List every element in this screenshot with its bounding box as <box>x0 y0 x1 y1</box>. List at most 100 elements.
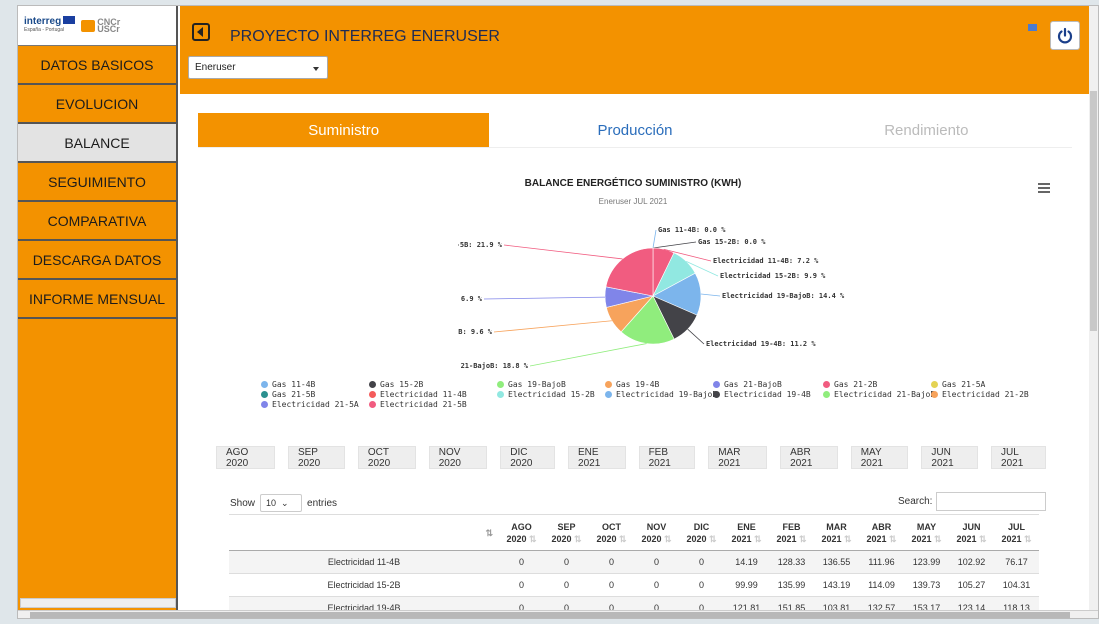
table-cell: 139.73 <box>904 573 949 597</box>
power-icon <box>1057 27 1073 43</box>
month-button[interactable]: JUL 2021 <box>991 446 1046 469</box>
tab-produccion[interactable]: Producción <box>489 113 780 147</box>
chevron-down-icon <box>313 67 319 71</box>
legend-dot-icon <box>823 391 830 398</box>
legend-dot-icon <box>497 391 504 398</box>
legend-item[interactable]: Gas 21-2B <box>823 380 877 389</box>
pie-data-label: Electricidad 21-2B: 9.6 % <box>458 328 493 336</box>
project-select[interactable]: Eneruser <box>188 56 328 79</box>
legend-dot-icon <box>931 391 938 398</box>
table-cell: 0 <box>679 550 724 574</box>
sidebar-item-informe-mensual[interactable]: INFORME MENSUAL <box>18 280 176 319</box>
legend-item[interactable]: Electricidad 19-BajoB <box>605 390 717 399</box>
month-button[interactable]: JUN 2021 <box>921 446 979 469</box>
column-header[interactable]: DIC 2020 ⇅ <box>679 514 724 551</box>
table-cell: 111.96 <box>859 550 904 574</box>
column-header[interactable]: NOV 2020 ⇅ <box>634 514 679 551</box>
entries-select[interactable]: 10 ⌄ <box>260 494 303 512</box>
month-button[interactable]: SEP 2020 <box>287 446 345 469</box>
pie-data-label: Electricidad 21-5A: 6.9 % <box>458 295 483 303</box>
power-button[interactable] <box>1050 21 1080 50</box>
legend-item[interactable]: Electricidad 15-2B <box>497 390 595 399</box>
horizontal-scrollbar[interactable] <box>18 610 1098 618</box>
sidebar-item-balance[interactable]: BALANCE <box>18 124 176 163</box>
sidebar-item-comparativa[interactable]: COMPARATIVA <box>18 202 176 241</box>
month-button[interactable]: AGO 2020 <box>216 446 275 469</box>
legend-item[interactable]: Gas 11-4B <box>261 380 315 389</box>
column-header[interactable]: FEB 2021 ⇅ <box>769 514 814 551</box>
column-header-name[interactable]: ⇅ <box>229 514 499 551</box>
legend-item[interactable]: Gas 19-BajoB <box>497 380 566 389</box>
legend-item[interactable]: Electricidad 19-4B <box>713 390 811 399</box>
pie-connector <box>503 244 623 260</box>
legend-item[interactable]: Electricidad 21-5A <box>261 400 359 409</box>
tab-rendimiento[interactable]: Rendimiento <box>781 113 1072 147</box>
column-header[interactable]: SEP 2020 ⇅ <box>544 514 589 551</box>
column-header[interactable]: JUL 2021 ⇅ <box>994 514 1039 551</box>
pie-data-label: Electricidad 21-5B: 21.9 % <box>458 241 503 249</box>
month-button[interactable]: ABR 2021 <box>780 446 838 469</box>
legend-dot-icon <box>823 381 830 388</box>
month-buttons: AGO 2020 SEP 2020 OCT 2020 NOV 2020 DIC 2020… <box>216 446 1046 469</box>
column-header[interactable]: OCT 2020 ⇅ <box>589 514 634 551</box>
collapse-sidebar-icon[interactable] <box>192 23 210 41</box>
legend-item[interactable]: Electricidad 11-4B <box>369 390 467 399</box>
legend-item[interactable]: Electricidad 21-BajoB <box>823 390 935 399</box>
column-header[interactable]: ENE 2021 ⇅ <box>724 514 769 551</box>
legend-item[interactable]: Gas 21-5B <box>261 390 315 399</box>
legend-dot-icon <box>497 381 504 388</box>
pie-connector <box>529 343 647 367</box>
month-button[interactable]: MAR 2021 <box>708 446 768 469</box>
mail-icon[interactable] <box>1028 24 1037 31</box>
screen-background: interreg España - Portugal CNCr USCr DATO… <box>0 0 1099 624</box>
search-input[interactable] <box>936 492 1047 511</box>
legend-dot-icon <box>261 381 268 388</box>
table-row: Electricidad 11-4B 0 0 0 0 0 14.19 128.33 136.55… <box>229 550 1039 574</box>
table-cell: 143.19 <box>814 573 859 597</box>
column-header[interactable]: MAY 2021 ⇅ <box>904 514 949 551</box>
month-button[interactable]: ENE 2021 <box>568 446 626 469</box>
table-cell: 102.92 <box>949 550 994 574</box>
pie-data-label: Gas 11-4B: 0.0 % <box>658 226 726 234</box>
pie-chart: Gas 11-4B: 0.0 % Gas 15-2B: 0.0 % Electric… <box>458 226 845 370</box>
month-button[interactable]: MAY 2021 <box>850 446 909 469</box>
legend-item[interactable]: Gas 21-BajoB <box>713 380 782 389</box>
month-button[interactable]: OCT 2020 <box>357 446 416 469</box>
sidebar-item-seguimiento[interactable]: SEGUIMIENTO <box>18 163 176 202</box>
legend-dot-icon <box>369 391 376 398</box>
sidebar-item-descarga-datos[interactable]: DESCARGA DATOS <box>18 241 176 280</box>
pie-data-label: Electricidad 11-4B: 7.2 % <box>713 257 819 265</box>
show-label: Show <box>230 497 256 509</box>
vertical-scrollbar[interactable] <box>1089 6 1098 610</box>
legend-item[interactable]: Gas 21-5A <box>931 380 985 389</box>
pie-data-label: Electricidad 21-BajoB: 18.8 % <box>458 362 529 370</box>
tab-suministro[interactable]: Suministro <box>198 113 490 147</box>
month-button[interactable]: FEB 2021 <box>638 446 696 469</box>
sidebar-item-datos-basicos[interactable]: DATOS BASICOS <box>18 46 176 85</box>
legend-item[interactable]: Gas 15-2B <box>369 380 423 389</box>
legend-label: Gas 21-5A <box>942 380 986 389</box>
legend-label: Electricidad 19-4B <box>724 390 811 399</box>
table-cell: 0 <box>544 550 589 574</box>
legend-dot-icon <box>369 401 376 408</box>
chart-subtitle: Eneruser JUL 2021 <box>598 197 668 206</box>
legend-dot-icon <box>261 401 268 408</box>
sidebar-item-evolucion[interactable]: EVOLUCION <box>18 85 176 124</box>
legend-item[interactable]: Electricidad 21-2B <box>931 390 1029 399</box>
column-header[interactable]: ABR 2021 ⇅ <box>859 514 904 551</box>
pie-connector <box>652 241 697 249</box>
table-cell: 0 <box>544 573 589 597</box>
column-header[interactable]: MAR 2021 ⇅ <box>814 514 859 551</box>
legend-dot-icon <box>713 381 720 388</box>
column-header[interactable]: AGO 2020 ⇅ <box>499 514 544 551</box>
month-button[interactable]: DIC 2020 <box>500 446 556 469</box>
sidebar: interreg España - Portugal CNCr USCr DATO… <box>18 6 178 610</box>
chart-menu-icon[interactable] <box>1038 183 1050 193</box>
month-button[interactable]: NOV 2020 <box>428 446 488 469</box>
table-cell: 0 <box>634 550 679 574</box>
sidebar-scrollbar[interactable] <box>20 598 176 608</box>
table-cell: 0 <box>634 573 679 597</box>
column-header[interactable]: JUN 2021 ⇅ <box>949 514 994 551</box>
legend-item[interactable]: Electricidad 21-5B <box>369 400 467 409</box>
legend-item[interactable]: Gas 19-4B <box>605 380 659 389</box>
